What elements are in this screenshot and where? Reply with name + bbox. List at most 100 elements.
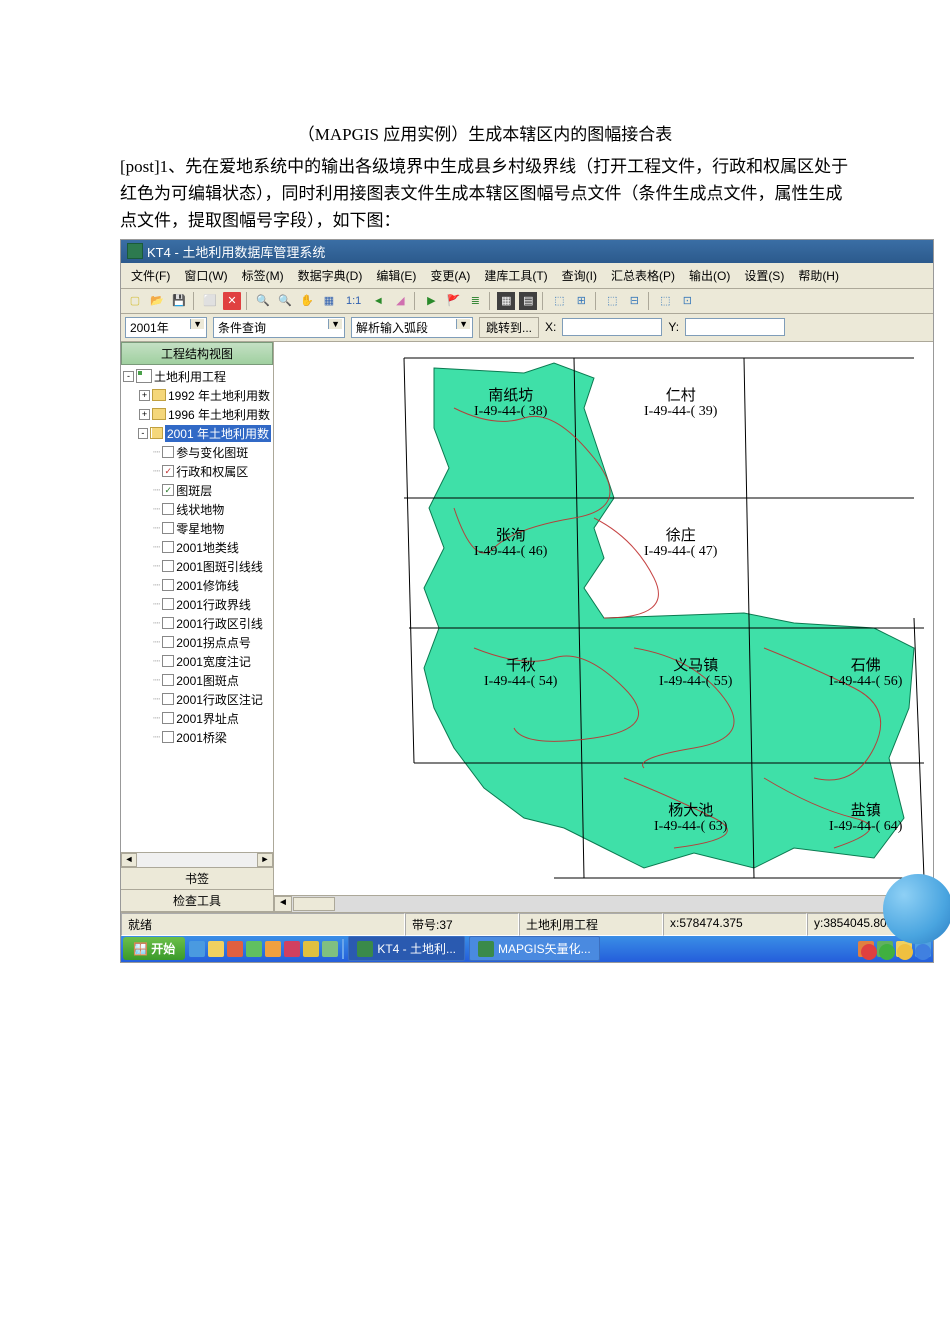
map-scroll-track[interactable]	[292, 896, 915, 912]
checkbox[interactable]	[162, 560, 174, 572]
save-icon[interactable]: 💾	[169, 291, 189, 311]
checkbox[interactable]	[162, 636, 174, 648]
menu-item[interactable]: 查询(I)	[556, 265, 603, 286]
tree-root[interactable]: - 土地利用工程	[123, 367, 271, 386]
pan-icon[interactable]: ✋	[297, 291, 317, 311]
tool-e-icon[interactable]: ⬚	[655, 291, 675, 311]
scroll-track[interactable]	[137, 853, 257, 867]
query-type-combo[interactable]: 条件查询	[213, 317, 345, 338]
menu-item[interactable]: 数据字典(D)	[292, 265, 369, 286]
menu-item[interactable]: 编辑(E)	[370, 265, 422, 286]
checkbox[interactable]	[162, 693, 174, 705]
tree-node[interactable]: ┈2001宽度注记	[123, 652, 271, 671]
tree-node[interactable]: ┈✓行政和权属区	[123, 462, 271, 481]
checkbox[interactable]	[162, 712, 174, 724]
sidebar-hscroll[interactable]: ◄ ►	[121, 852, 273, 867]
tool-f-icon[interactable]: ⊡	[677, 291, 697, 311]
prev-icon[interactable]: ◄	[368, 291, 388, 311]
tree-node[interactable]: ┈参与变化图斑	[123, 443, 271, 462]
parse-type-combo[interactable]: 解析输入弧段	[351, 317, 473, 338]
checkbox[interactable]	[162, 522, 174, 534]
dark1-icon[interactable]: ▦	[496, 291, 516, 311]
x-input[interactable]	[562, 318, 662, 336]
checkbox[interactable]	[162, 579, 174, 591]
checkbox[interactable]: ✓	[162, 484, 174, 496]
year-combo[interactable]: 2001年	[125, 317, 207, 338]
checkbox[interactable]	[162, 731, 174, 743]
tray-icon[interactable]	[265, 941, 281, 957]
layers-icon[interactable]: ≣	[465, 291, 485, 311]
tree-node[interactable]: ┈2001修饰线	[123, 576, 271, 595]
menu-item[interactable]: 输出(O)	[683, 265, 736, 286]
tray-icon[interactable]	[284, 941, 300, 957]
tree-node[interactable]: ┈✓图斑层	[123, 481, 271, 500]
tray-icon[interactable]	[246, 941, 262, 957]
tree-node[interactable]: ┈零星地物	[123, 519, 271, 538]
tree-node[interactable]: -2001 年土地利用数	[123, 424, 271, 443]
fit-icon[interactable]: ▦	[319, 291, 339, 311]
map-canvas[interactable]: 南纸坊I-49-44-( 38)仁村I-49-44-( 39)张洵I-49-44…	[294, 348, 933, 890]
tray-icon[interactable]	[189, 941, 205, 957]
new-icon[interactable]: ▢	[125, 291, 145, 311]
taskbar-button[interactable]: MAPGIS矢量化...	[469, 936, 600, 961]
close-red-icon[interactable]: ✕	[222, 291, 242, 311]
tree-node[interactable]: ┈2001界址点	[123, 709, 271, 728]
zoom-out-icon[interactable]: 🔍	[275, 291, 295, 311]
menu-item[interactable]: 设置(S)	[738, 265, 790, 286]
play-icon[interactable]: ▶	[421, 291, 441, 311]
expand-icon[interactable]: -	[138, 428, 148, 439]
tree-node[interactable]: ┈2001图斑点	[123, 671, 271, 690]
tree-node[interactable]: ┈线状地物	[123, 500, 271, 519]
zoom-in-icon[interactable]: 🔍	[253, 291, 273, 311]
menu-item[interactable]: 变更(A)	[424, 265, 476, 286]
menu-item[interactable]: 建库工具(T)	[478, 265, 553, 286]
tree-node[interactable]: ┈2001行政界线	[123, 595, 271, 614]
expand-icon[interactable]: -	[123, 371, 134, 382]
tab-check[interactable]: 检查工具	[121, 890, 273, 912]
tray-icon[interactable]	[322, 941, 338, 957]
tree-node[interactable]: ┈2001图斑引线线	[123, 557, 271, 576]
menu-item[interactable]: 帮助(H)	[792, 265, 845, 286]
tree-node[interactable]: ┈2001地类线	[123, 538, 271, 557]
map-hscroll[interactable]: ◄ ►	[274, 895, 933, 912]
tree-node[interactable]: ┈2001行政区引线	[123, 614, 271, 633]
map-view[interactable]: 南纸坊I-49-44-( 38)仁村I-49-44-( 39)张洵I-49-44…	[274, 342, 933, 912]
expand-icon[interactable]: +	[139, 390, 150, 401]
scroll-right-icon[interactable]: ►	[257, 853, 273, 867]
start-button[interactable]: 🪟 开始	[123, 937, 185, 960]
tool-c-icon[interactable]: ⬚	[602, 291, 622, 311]
menu-item[interactable]: 窗口(W)	[178, 265, 233, 286]
tree-node[interactable]: ┈2001桥梁	[123, 728, 271, 747]
y-input[interactable]	[685, 318, 785, 336]
checkbox[interactable]: ✓	[162, 465, 174, 477]
menu-item[interactable]: 汇总表格(P)	[605, 265, 681, 286]
tree-node[interactable]: ┈2001拐点点号	[123, 633, 271, 652]
eraser-icon[interactable]: ◢	[390, 291, 410, 311]
map-scroll-left-icon[interactable]: ◄	[274, 896, 292, 912]
tray-icon[interactable]	[208, 941, 224, 957]
checkbox[interactable]	[162, 617, 174, 629]
tree-node[interactable]: ┈2001行政区注记	[123, 690, 271, 709]
open-icon[interactable]: 📂	[147, 291, 167, 311]
tool-d-icon[interactable]: ⊟	[624, 291, 644, 311]
menu-item[interactable]: 文件(F)	[125, 265, 176, 286]
stop-icon[interactable]: ⬜	[200, 291, 220, 311]
tree-node[interactable]: +1992 年土地利用数	[123, 386, 271, 405]
tool-b-icon[interactable]: ⊞	[571, 291, 591, 311]
menu-item[interactable]: 标签(M)	[236, 265, 290, 286]
checkbox[interactable]	[162, 446, 174, 458]
checkbox[interactable]	[162, 503, 174, 515]
tab-bookmark[interactable]: 书签	[121, 868, 273, 890]
dark2-icon[interactable]: ▤	[518, 291, 538, 311]
jump-button[interactable]: 跳转到...	[479, 317, 539, 338]
project-tree[interactable]: - 土地利用工程 +1992 年土地利用数+1996 年土地利用数-2001 年…	[121, 365, 273, 852]
tray-icon[interactable]	[227, 941, 243, 957]
tree-node[interactable]: +1996 年土地利用数	[123, 405, 271, 424]
checkbox[interactable]	[162, 674, 174, 686]
scroll-left-icon[interactable]: ◄	[121, 853, 137, 867]
taskbar-button[interactable]: KT4 - 土地利...	[348, 936, 465, 961]
tool-a-icon[interactable]: ⬚	[549, 291, 569, 311]
tray-icon[interactable]	[303, 941, 319, 957]
checkbox[interactable]	[162, 655, 174, 667]
checkbox[interactable]	[162, 541, 174, 553]
